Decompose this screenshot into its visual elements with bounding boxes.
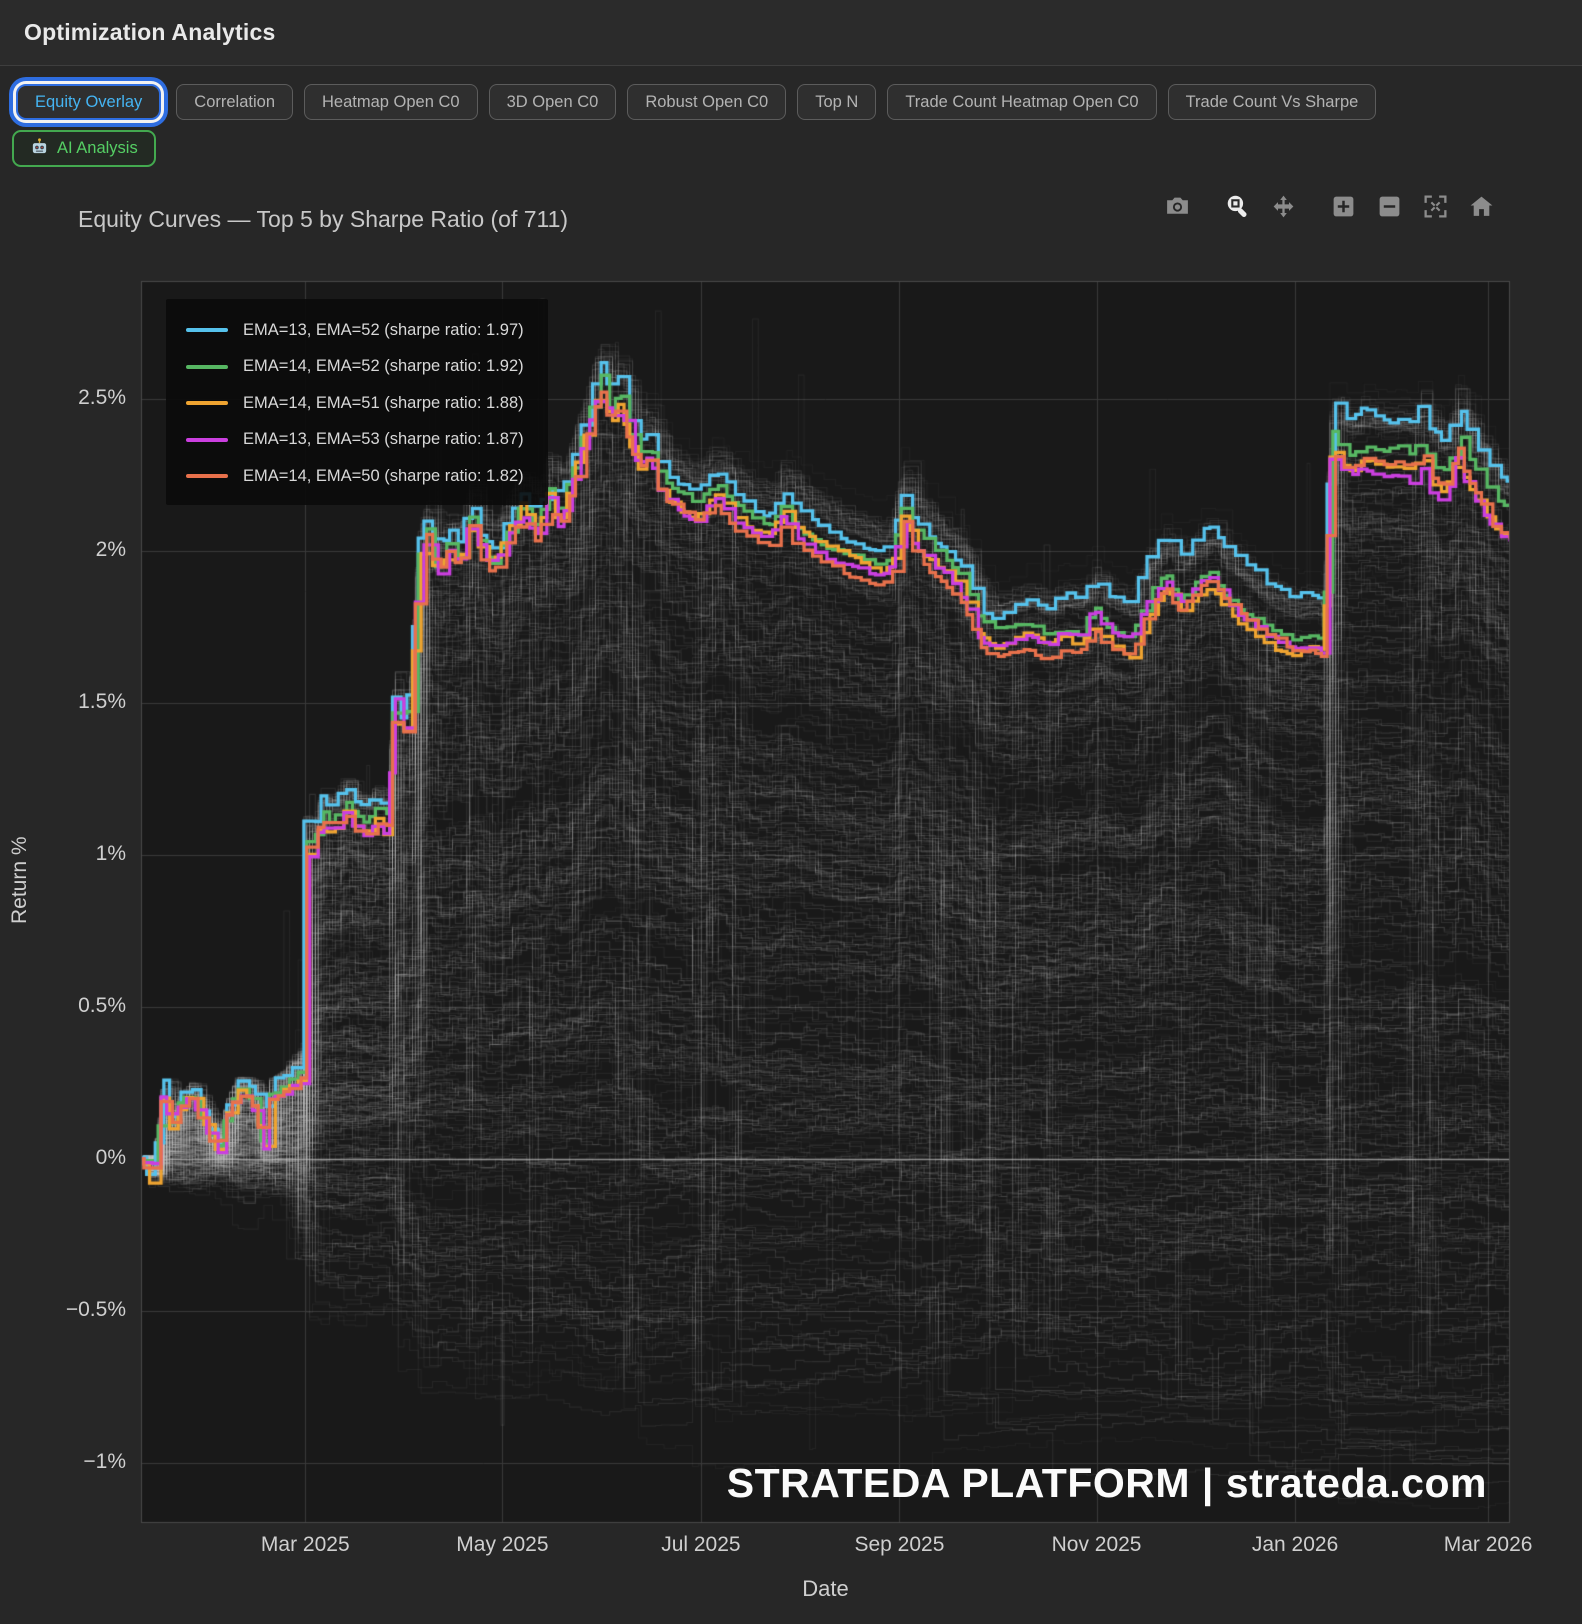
tab-trade-count-heatmap-open-c0[interactable]: Trade Count Heatmap Open C0 — [887, 84, 1156, 120]
legend-label: EMA=13, EMA=53 (sharpe ratio: 1.87) — [243, 430, 524, 449]
zoom-in-icon — [1330, 193, 1357, 223]
legend-item[interactable]: EMA=14, EMA=50 (sharpe ratio: 1.82) — [186, 465, 524, 487]
home-icon — [1468, 193, 1495, 223]
tab-robust-open-c0[interactable]: Robust Open C0 — [627, 84, 786, 120]
legend-item[interactable]: EMA=14, EMA=52 (sharpe ratio: 1.92) — [186, 356, 524, 378]
robot-icon — [30, 137, 49, 161]
y-tick-label: −0.5% — [30, 1298, 126, 1322]
tab-top-n[interactable]: Top N — [797, 84, 876, 120]
legend-item[interactable]: EMA=13, EMA=52 (sharpe ratio: 1.97) — [186, 319, 524, 341]
tab-3d-open-c0[interactable]: 3D Open C0 — [489, 84, 617, 120]
y-axis-title: Return % — [8, 760, 32, 1000]
zoom-out-button[interactable] — [1374, 193, 1404, 223]
x-axis-title: Date — [141, 1576, 1510, 1602]
legend-item[interactable]: EMA=14, EMA=51 (sharpe ratio: 1.88) — [186, 392, 524, 414]
page-title: Optimization Analytics — [24, 19, 275, 46]
pan-button[interactable] — [1268, 193, 1298, 223]
x-tick-label: Mar 2025 — [230, 1533, 380, 1557]
ai-analysis-button[interactable]: AI Analysis — [12, 130, 156, 167]
x-tick-label: Jan 2026 — [1220, 1533, 1370, 1557]
y-tick-label: 0% — [30, 1146, 126, 1170]
download-plot-button[interactable] — [1162, 193, 1192, 223]
legend-swatch — [186, 365, 228, 369]
tab-trade-count-vs-sharpe[interactable]: Trade Count Vs Sharpe — [1168, 84, 1377, 120]
ai-analysis-row: AI Analysis — [12, 130, 156, 167]
reset-axes-button[interactable] — [1466, 193, 1496, 223]
y-tick-label: 1% — [30, 842, 126, 866]
y-tick-label: 2.5% — [30, 386, 126, 410]
box-zoom-button[interactable] — [1222, 193, 1252, 223]
x-tick-label: Jul 2025 — [626, 1533, 776, 1557]
zoom-in-button[interactable] — [1328, 193, 1358, 223]
y-tick-label: −1% — [30, 1450, 126, 1474]
chart-area: Equity Curves — Top 5 by Sharpe Ratio (o… — [0, 0, 1582, 1624]
legend-label: EMA=14, EMA=51 (sharpe ratio: 1.88) — [243, 394, 524, 413]
chart-legend: EMA=13, EMA=52 (sharpe ratio: 1.97) EMA=… — [166, 299, 548, 505]
x-tick-label: Nov 2025 — [1022, 1533, 1172, 1557]
x-tick-label: Mar 2026 — [1413, 1533, 1563, 1557]
autoscale-button[interactable] — [1420, 193, 1450, 223]
legend-label: EMA=13, EMA=52 (sharpe ratio: 1.97) — [243, 321, 524, 340]
autoscale-expand-icon — [1422, 193, 1449, 223]
tab-bar: Equity Overlay Correlation Heatmap Open … — [12, 84, 1376, 120]
camera-icon — [1164, 193, 1191, 223]
ai-analysis-label: AI Analysis — [57, 139, 138, 158]
legend-swatch — [186, 328, 228, 332]
y-tick-label: 0.5% — [30, 994, 126, 1018]
magnifier-zoom-icon — [1224, 193, 1251, 223]
tab-equity-overlay[interactable]: Equity Overlay — [16, 84, 161, 120]
plotly-modebar — [1146, 193, 1496, 223]
chart-title: Equity Curves — Top 5 by Sharpe Ratio (o… — [78, 206, 568, 233]
x-tick-label: Sep 2025 — [824, 1533, 974, 1557]
header: Optimization Analytics — [0, 0, 1582, 66]
zoom-out-icon — [1376, 193, 1403, 223]
pan-arrows-icon — [1270, 193, 1297, 223]
legend-swatch — [186, 401, 228, 405]
legend-item[interactable]: EMA=13, EMA=53 (sharpe ratio: 1.87) — [186, 429, 524, 451]
legend-swatch — [186, 474, 228, 478]
legend-label: EMA=14, EMA=52 (sharpe ratio: 1.92) — [243, 357, 524, 376]
legend-swatch — [186, 438, 228, 442]
y-tick-label: 1.5% — [30, 690, 126, 714]
y-tick-label: 2% — [30, 538, 126, 562]
watermark: STRATEDA PLATFORM | strateda.com — [727, 1460, 1487, 1507]
x-tick-label: May 2025 — [427, 1533, 577, 1557]
tab-correlation[interactable]: Correlation — [176, 84, 293, 120]
tab-heatmap-open-c0[interactable]: Heatmap Open C0 — [304, 84, 478, 120]
legend-label: EMA=14, EMA=50 (sharpe ratio: 1.82) — [243, 467, 524, 486]
equity-curves-plot[interactable] — [0, 0, 1582, 1624]
